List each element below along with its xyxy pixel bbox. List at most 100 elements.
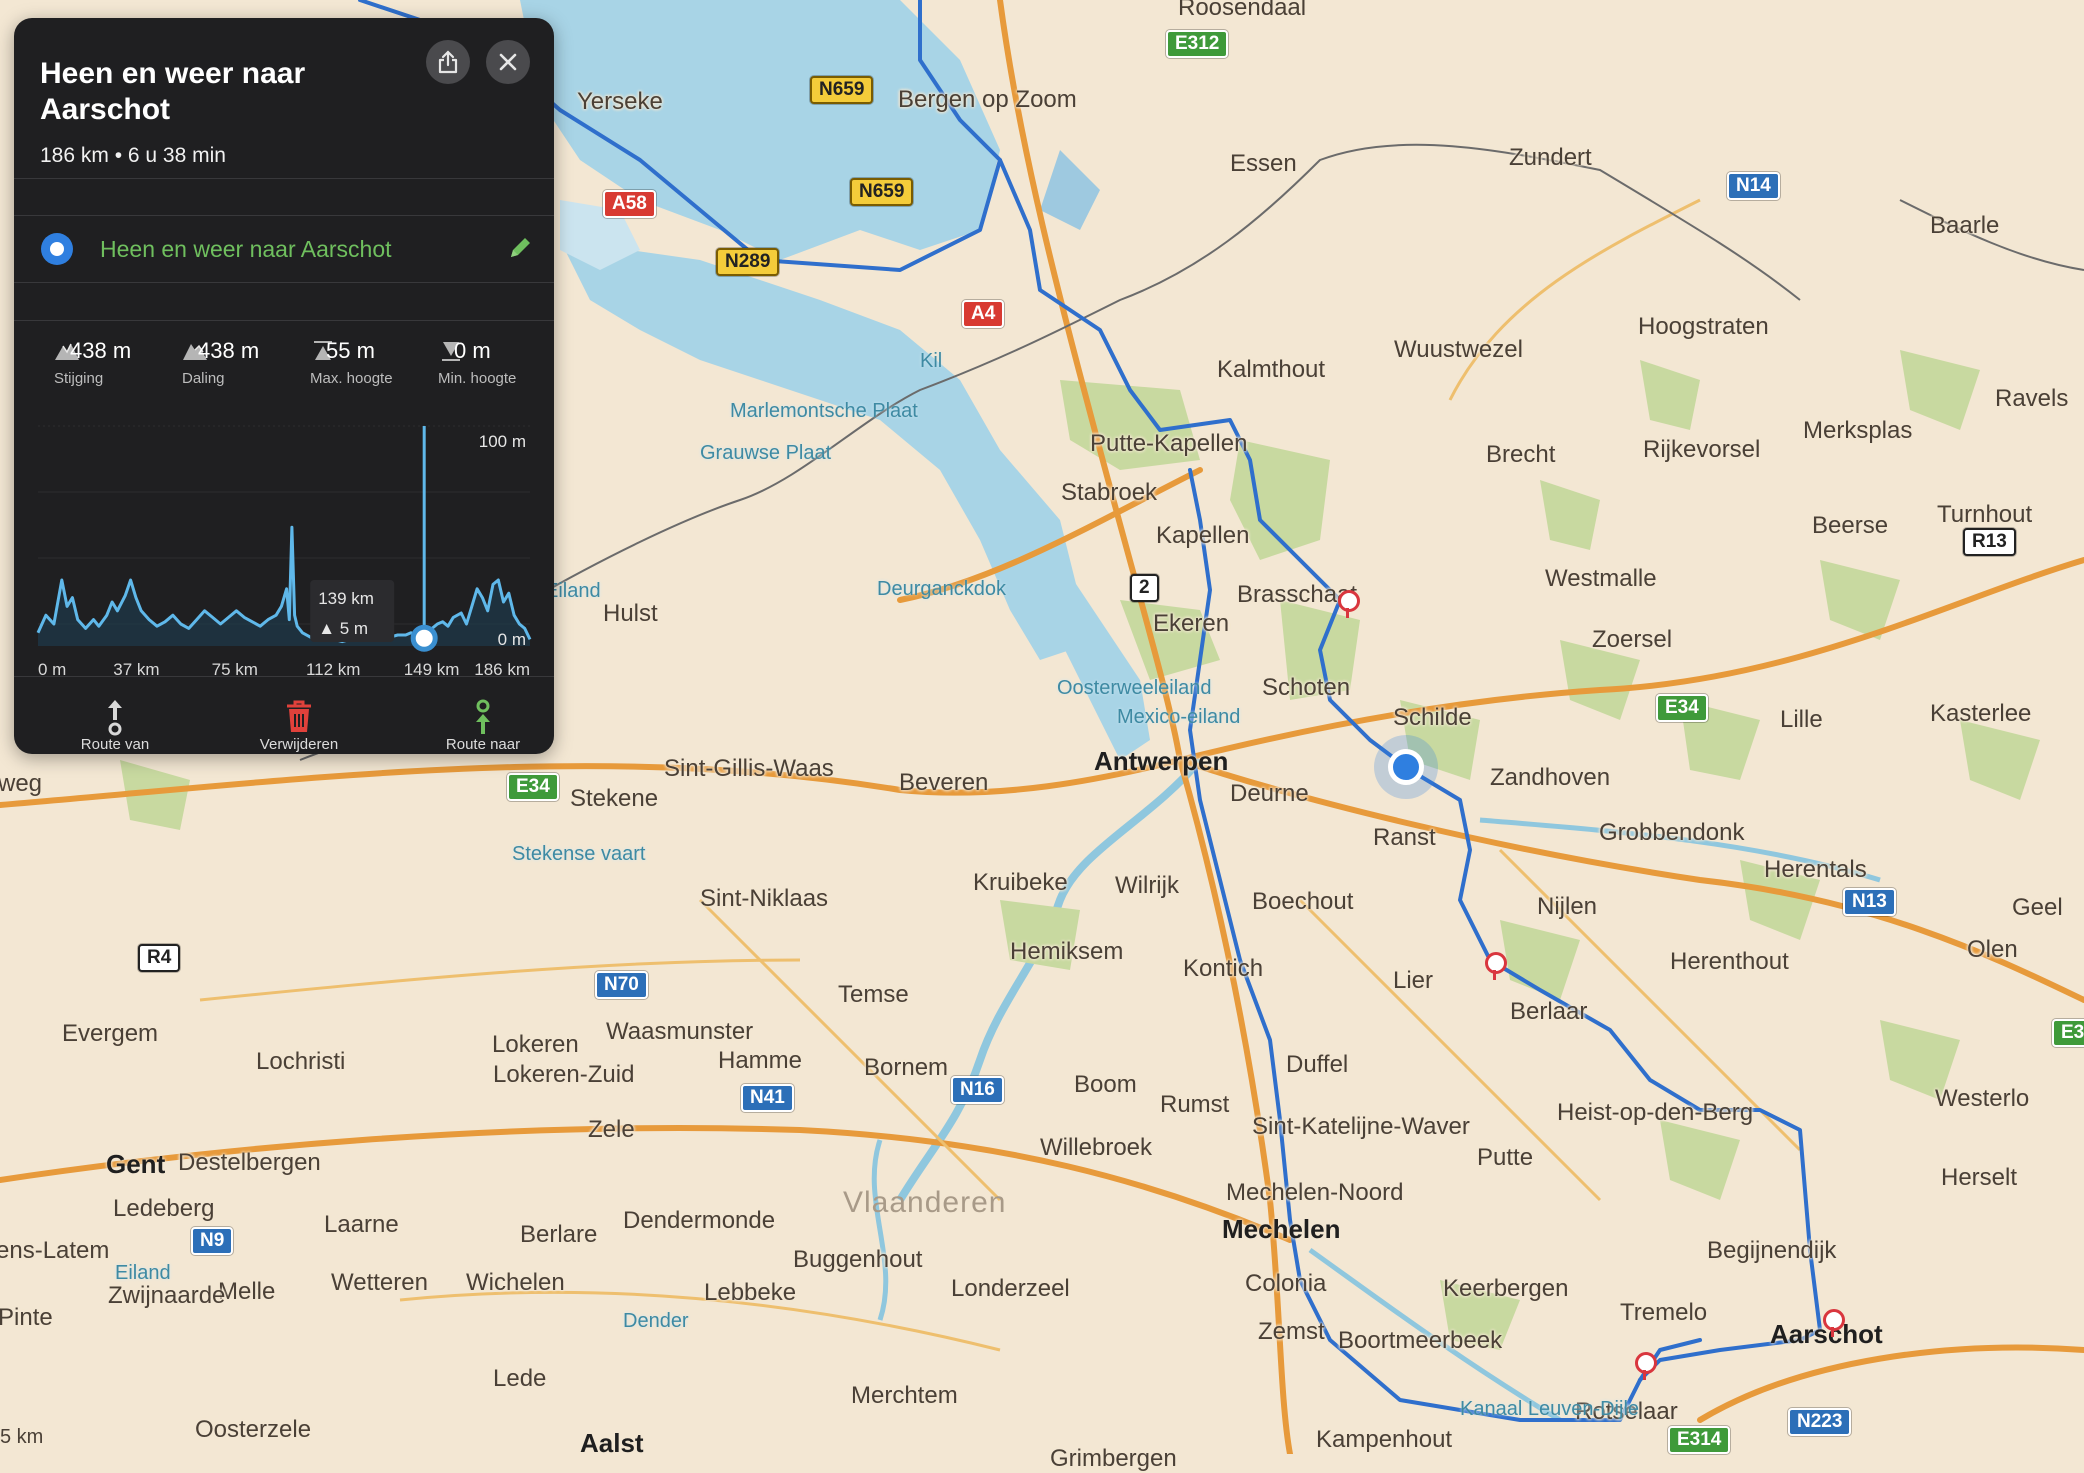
- map-town-label[interactable]: Ledeberg: [113, 1195, 214, 1223]
- map-town-label[interactable]: Herenthout: [1670, 948, 1789, 976]
- map-town-label[interactable]: Kontich: [1183, 955, 1263, 983]
- map-town-label[interactable]: Beerse: [1812, 512, 1888, 540]
- map-town-label[interactable]: Deurne: [1230, 780, 1309, 808]
- map-town-label[interactable]: Westerlo: [1935, 1085, 2029, 1113]
- map-town-label[interactable]: Brecht: [1486, 441, 1555, 469]
- map-town-label[interactable]: Kasterlee: [1930, 700, 2031, 728]
- map-town-label[interactable]: Turnhout: [1937, 501, 2032, 529]
- map-town-label[interactable]: Zele: [588, 1116, 635, 1144]
- share-button[interactable]: [426, 40, 470, 84]
- route-waypoint-pin[interactable]: [1485, 952, 1507, 980]
- map-town-label[interactable]: Colonia: [1245, 1270, 1326, 1298]
- close-button[interactable]: [486, 40, 530, 84]
- map-town-label[interactable]: Lokeren: [492, 1031, 579, 1059]
- map-town-label[interactable]: Nijlen: [1537, 893, 1597, 921]
- map-town-label[interactable]: Lier: [1393, 967, 1433, 995]
- map-town-label[interactable]: Zwijnaarde: [108, 1282, 225, 1310]
- map-town-label[interactable]: Baarle: [1930, 212, 1999, 240]
- route-selected-radio[interactable]: [41, 233, 73, 265]
- route-to-button[interactable]: Route naar: [408, 698, 554, 754]
- map-town-label[interactable]: Temse: [838, 981, 909, 1009]
- map-town-label[interactable]: Berlare: [520, 1221, 597, 1249]
- map-town-label[interactable]: Stabroek: [1061, 479, 1157, 507]
- map-town-label[interactable]: Putte-Kapellen: [1090, 430, 1247, 458]
- map-town-label[interactable]: Boortmeerbeek: [1338, 1327, 1502, 1355]
- map-town-label[interactable]: Beveren: [899, 769, 988, 797]
- map-town-label[interactable]: Zandhoven: [1490, 764, 1610, 792]
- map-town-label[interactable]: Londerzeel: [951, 1275, 1070, 1303]
- map-town-label[interactable]: Lokeren-Zuid: [493, 1061, 634, 1089]
- map-town-label[interactable]: Zoersel: [1592, 626, 1672, 654]
- map-town-label[interactable]: Sint-Niklaas: [700, 885, 828, 913]
- map-town-label[interactable]: Dendermonde: [623, 1207, 775, 1235]
- map-town-label[interactable]: Zundert: [1509, 144, 1592, 172]
- map-town-label[interactable]: Melle: [218, 1278, 275, 1306]
- map-town-label[interactable]: Ravels: [1995, 385, 2068, 413]
- map-city-label[interactable]: Mechelen: [1222, 1214, 1341, 1245]
- map-town-label[interactable]: Begijnendijk: [1707, 1237, 1836, 1265]
- elevation-profile[interactable]: 139 km ▲ 5 m 100 m 0 m 0 m 37 km 75 km 112 …: [14, 398, 554, 698]
- map-town-label[interactable]: Bornem: [864, 1054, 948, 1082]
- map-town-label[interactable]: Wetteren: [331, 1269, 428, 1297]
- map-town-label[interactable]: Evergem: [62, 1020, 158, 1048]
- map-town-label[interactable]: Sint-Gillis-Waas: [664, 755, 834, 783]
- map-town-label[interactable]: Schilde: [1393, 704, 1472, 732]
- map-town-label[interactable]: Laarne: [324, 1211, 399, 1239]
- map-town-label[interactable]: Kapellen: [1156, 522, 1249, 550]
- map-town-label[interactable]: Wichelen: [466, 1269, 565, 1297]
- map-town-label[interactable]: Pinte: [0, 1304, 53, 1332]
- map-town-label[interactable]: Essen: [1230, 150, 1297, 178]
- map-town-label[interactable]: Rumst: [1160, 1091, 1229, 1119]
- map-town-label[interactable]: Boechout: [1252, 888, 1353, 916]
- map-town-label[interactable]: Roosendaal: [1178, 0, 1306, 22]
- map-town-label[interactable]: Ekeren: [1153, 610, 1229, 638]
- map-town-label[interactable]: Yerseke: [577, 88, 663, 116]
- map-town-label[interactable]: Merksplas: [1803, 417, 1912, 445]
- map-town-label[interactable]: Destelbergen: [178, 1149, 321, 1177]
- map-town-label[interactable]: Geel: [2012, 894, 2063, 922]
- map-town-label[interactable]: Rijkevorsel: [1643, 436, 1760, 464]
- map-town-label[interactable]: Keerbergen: [1443, 1275, 1568, 1303]
- map-town-label[interactable]: Wilrijk: [1115, 872, 1179, 900]
- map-town-label[interactable]: Mechelen-Noord: [1226, 1179, 1403, 1207]
- map-town-label[interactable]: Lille: [1780, 706, 1823, 734]
- map-town-label[interactable]: Heist-op-den-Berg: [1557, 1099, 1753, 1127]
- map-city-label[interactable]: Gent: [106, 1149, 165, 1180]
- profile-cursor-knob[interactable]: [410, 624, 438, 652]
- map-town-label[interactable]: Olen: [1967, 936, 2018, 964]
- map-town-label[interactable]: Lede: [493, 1365, 546, 1393]
- map-town-label[interactable]: Wuustwezel: [1394, 336, 1523, 364]
- map-town-label[interactable]: Waasmunster: [606, 1018, 753, 1046]
- delete-button[interactable]: Verwijderen: [224, 698, 374, 754]
- map-town-label[interactable]: ens-Latem: [0, 1237, 109, 1265]
- map-town-label[interactable]: Oosterzele: [195, 1416, 311, 1444]
- route-list-item[interactable]: Heen en weer naar Aarschot: [14, 216, 554, 282]
- map-town-label[interactable]: Sint-Katelijne-Waver: [1252, 1113, 1470, 1141]
- route-waypoint-pin[interactable]: [1338, 590, 1360, 618]
- map-town-label[interactable]: Buggenhout: [793, 1246, 922, 1274]
- map-town-label[interactable]: Ranst: [1373, 824, 1436, 852]
- map-town-label[interactable]: Herentals: [1764, 856, 1867, 884]
- map-town-label[interactable]: weg: [0, 770, 42, 798]
- map-town-label[interactable]: Kalmthout: [1217, 356, 1325, 384]
- map-town-label[interactable]: Grobbendonk: [1599, 819, 1744, 847]
- map-town-label[interactable]: Hamme: [718, 1047, 802, 1075]
- map-town-label[interactable]: Stekene: [570, 785, 658, 813]
- map-town-label[interactable]: Kruibeke: [973, 869, 1068, 897]
- map-town-label[interactable]: Hulst: [603, 600, 658, 628]
- map-town-label[interactable]: Willebroek: [1040, 1134, 1152, 1162]
- current-location-dot[interactable]: [1388, 749, 1424, 785]
- map-town-label[interactable]: Schoten: [1262, 674, 1350, 702]
- map-town-label[interactable]: Westmalle: [1545, 565, 1657, 593]
- map-town-label[interactable]: Lochristi: [256, 1048, 345, 1076]
- map-town-label[interactable]: Tremelo: [1620, 1299, 1707, 1327]
- map-city-label[interactable]: Aalst: [580, 1428, 644, 1459]
- map-town-label[interactable]: Bergen op Zoom: [898, 86, 1077, 114]
- map-town-label[interactable]: Putte: [1477, 1144, 1533, 1172]
- map-town-label[interactable]: Herselt: [1941, 1164, 2017, 1192]
- map-city-label[interactable]: Antwerpen: [1094, 746, 1228, 777]
- map-town-label[interactable]: Merchtem: [851, 1382, 958, 1410]
- map-town-label[interactable]: Boom: [1074, 1071, 1137, 1099]
- map-town-label[interactable]: Zemst: [1258, 1318, 1325, 1346]
- map-town-label[interactable]: Duffel: [1286, 1051, 1348, 1079]
